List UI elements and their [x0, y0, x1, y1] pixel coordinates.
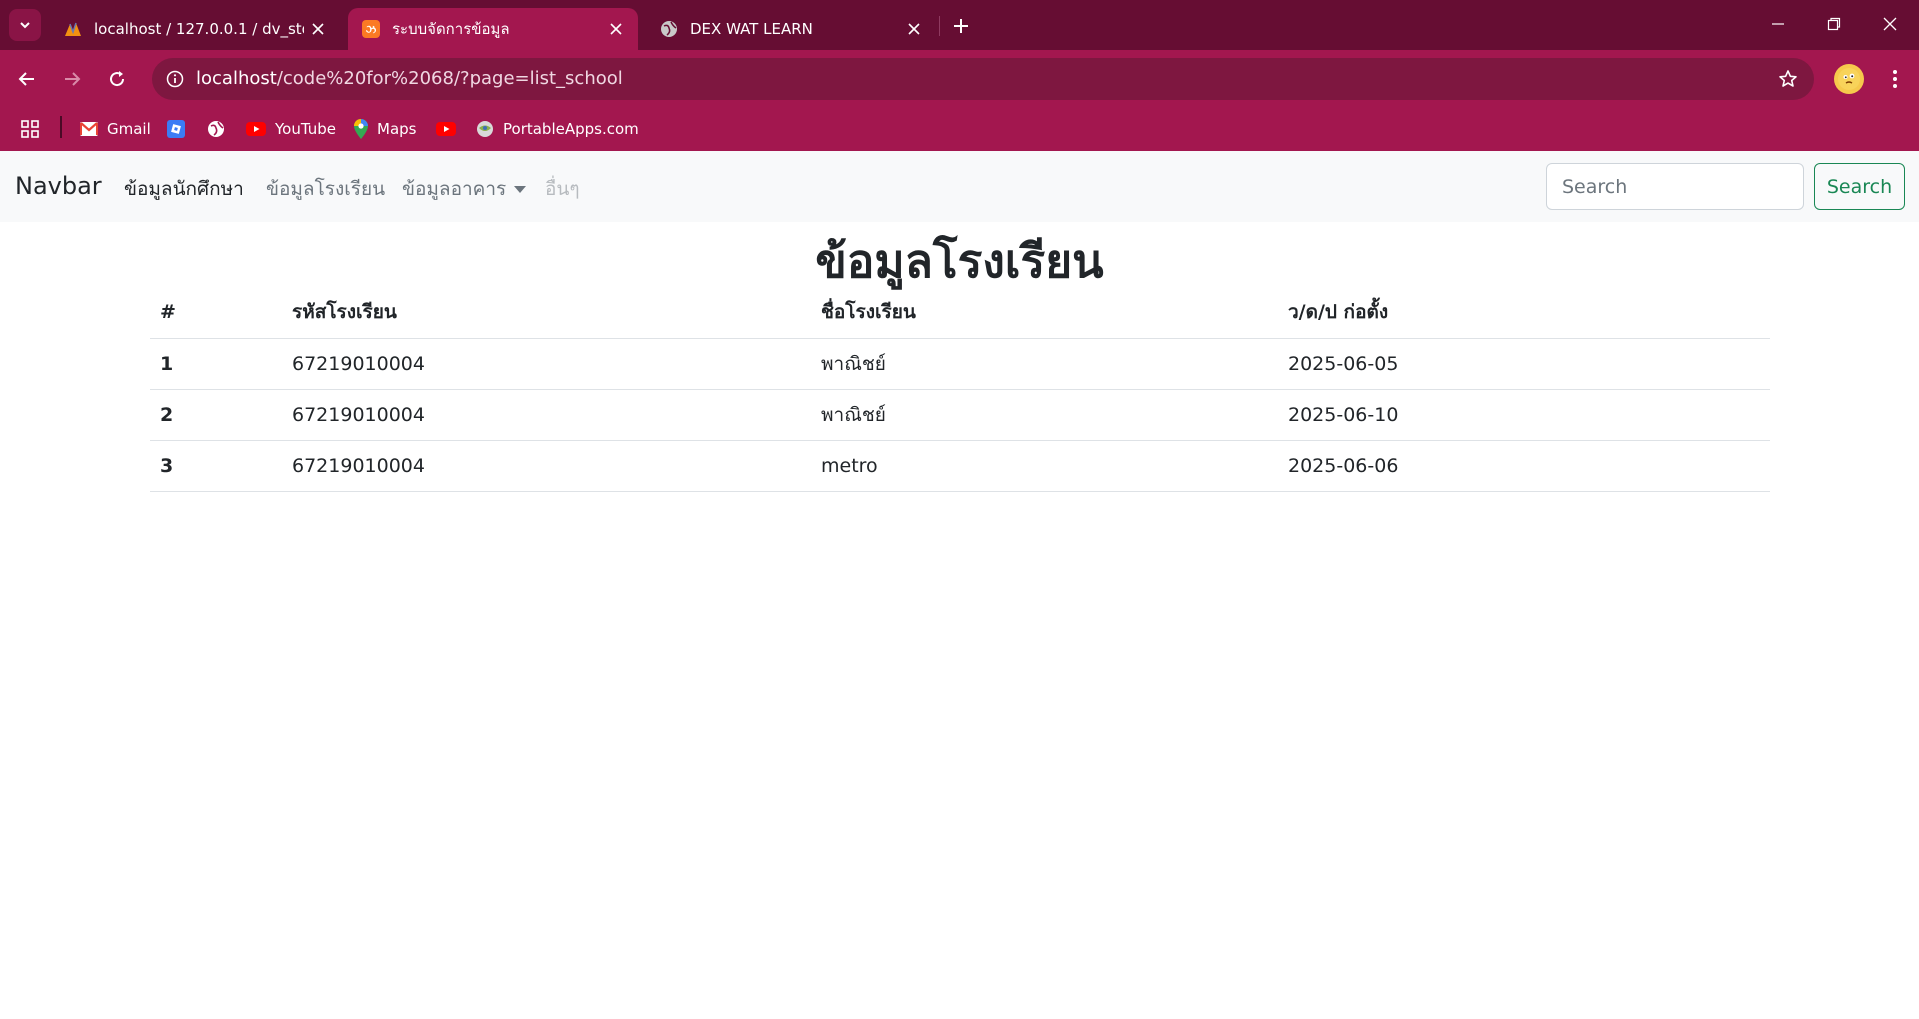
cell-school-name: พาณิชย์: [811, 389, 1278, 441]
table-header-row: # รหัสโรงเรียน ชื่อโรงเรียน ว/ด/ป ก่อตั้…: [150, 287, 1770, 339]
table-row: 1 67219010004 พาณิชย์ 2025-06-05: [150, 338, 1770, 390]
bookmark-star-icon[interactable]: [1776, 67, 1800, 91]
close-tab-icon[interactable]: [308, 19, 328, 39]
cell-founded-date: 2025-06-05: [1278, 338, 1770, 390]
apps-button[interactable]: [20, 114, 40, 144]
navbar-brand[interactable]: Navbar: [15, 172, 102, 200]
reload-icon: [110, 71, 125, 87]
cell-school-name: พาณิชย์: [811, 338, 1278, 390]
restore-button[interactable]: [1806, 0, 1862, 48]
xampp-icon: ઝ: [362, 20, 380, 38]
table-row: 2 67219010004 พาณิชย์ 2025-06-10: [150, 389, 1770, 441]
cell-school-code: 67219010004: [282, 338, 811, 390]
maps-icon: [354, 119, 368, 139]
bookmarks-bar: Gmail YouTube Maps PortableApps.com: [0, 108, 1919, 151]
more-vertical-icon: [1893, 70, 1897, 88]
reload-button[interactable]: [100, 62, 134, 96]
browser-tab-active[interactable]: ઝ ระบบจัดการข้อมูล: [348, 8, 638, 50]
nav-dropdown-buildings[interactable]: ข้อมูลอาคาร: [402, 174, 527, 204]
forward-button[interactable]: [55, 62, 89, 96]
cell-founded-date: 2025-06-06: [1278, 440, 1770, 492]
close-tab-icon[interactable]: [904, 19, 924, 39]
minimize-icon: [1772, 23, 1784, 25]
column-header-founded-date: ว/ด/ป ก่อตั้ง: [1278, 287, 1770, 339]
url-host: localhost: [196, 68, 277, 89]
back-button[interactable]: [10, 62, 44, 96]
cell-index: 3: [150, 440, 282, 492]
bookmark-label: Maps: [377, 120, 417, 138]
close-icon: [1883, 17, 1897, 31]
minimize-button[interactable]: [1750, 0, 1806, 48]
tab-title: localhost / 127.0.0.1 / dv_std2_6: [94, 20, 304, 38]
site-info-icon[interactable]: [162, 66, 188, 92]
new-tab-button[interactable]: [946, 11, 976, 41]
bookmark-label: PortableApps.com: [503, 120, 639, 138]
nav-link-schools[interactable]: ข้อมูลโรงเรียน: [266, 174, 385, 204]
url-path: /code%20for%2068/?page=list_school: [276, 68, 623, 89]
browser-tabstrip: localhost / 127.0.0.1 / dv_std2_6 ઝ ระบบ…: [0, 0, 1919, 50]
youtube-icon: [436, 122, 456, 136]
table-row: 3 67219010004 metro 2025-06-06: [150, 440, 1770, 492]
browser-tab-phpmyadmin[interactable]: localhost / 127.0.0.1 / dv_std2_6: [50, 8, 340, 50]
bookmark-label: Gmail: [107, 120, 151, 138]
apps-grid-icon: [21, 120, 39, 138]
address-bar[interactable]: localhost/code%20for%2068/?page=list_sch…: [152, 58, 1814, 100]
tab-separator: [939, 16, 940, 36]
arrow-right-icon: [65, 72, 81, 86]
chevron-down-icon: [20, 22, 30, 29]
arrow-left-icon: [18, 72, 34, 86]
bookmark-youtube-2[interactable]: [436, 114, 456, 144]
search-input[interactable]: [1546, 163, 1804, 210]
bookmark-globe[interactable]: [207, 114, 225, 144]
youtube-icon: [246, 122, 266, 136]
cell-school-name: metro: [811, 440, 1278, 492]
roblox-icon: [167, 120, 185, 138]
tab-title: DEX WAT LEARN: [690, 20, 813, 38]
profile-avatar[interactable]: [1834, 64, 1864, 94]
browser-menu-button[interactable]: [1878, 62, 1912, 96]
nav-link-other: อื่นๆ: [545, 178, 580, 200]
tab-search-button[interactable]: [9, 9, 41, 41]
nav-dropdown-label: ข้อมูลอาคาร: [402, 178, 507, 200]
bookmark-roblox[interactable]: [167, 114, 185, 144]
plus-icon: [954, 19, 968, 33]
bookmark-gmail[interactable]: Gmail: [80, 114, 151, 144]
web-page: Navbar ข้อมูลนักศึกษา ข้อมูลโรงเรียน ข้อ…: [0, 151, 1919, 1019]
bookmarks-divider: [60, 116, 62, 138]
bookmark-youtube[interactable]: YouTube: [246, 114, 336, 144]
globe-icon: [661, 21, 677, 37]
cell-index: 1: [150, 338, 282, 390]
gmail-icon: [80, 122, 98, 136]
avatar-icon: [1838, 68, 1860, 90]
browser-toolbar: localhost/code%20for%2068/?page=list_sch…: [0, 50, 1919, 108]
globe-icon: [208, 121, 224, 137]
browser-tab-dex[interactable]: DEX WAT LEARN: [646, 8, 936, 50]
site-navbar: Navbar ข้อมูลนักศึกษา ข้อมูลโรงเรียน ข้อ…: [0, 151, 1919, 222]
url-text[interactable]: localhost/code%20for%2068/?page=list_sch…: [196, 58, 623, 100]
column-header-school-code: รหัสโรงเรียน: [282, 287, 811, 339]
cell-index: 2: [150, 389, 282, 441]
bookmark-portableapps[interactable]: PortableApps.com: [476, 114, 639, 144]
svg-text:ઝ: ઝ: [366, 23, 377, 36]
column-header-school-name: ชื่อโรงเรียน: [811, 287, 1278, 339]
caret-down-icon: [514, 186, 527, 193]
nav-link-students[interactable]: ข้อมูลนักศึกษา: [124, 174, 244, 204]
close-window-button[interactable]: [1862, 0, 1918, 48]
cell-school-code: 67219010004: [282, 389, 811, 441]
portableapps-icon: [477, 121, 493, 137]
tab-title: ระบบจัดการข้อมูล: [392, 20, 510, 38]
search-button[interactable]: Search: [1814, 163, 1905, 210]
schools-table: # รหัสโรงเรียน ชื่อโรงเรียน ว/ด/ป ก่อตั้…: [150, 287, 1770, 492]
phpmyadmin-icon: [65, 22, 81, 36]
column-header-index: #: [150, 287, 282, 339]
bookmark-maps[interactable]: Maps: [354, 114, 416, 144]
close-tab-icon[interactable]: [606, 19, 626, 39]
bookmark-label: YouTube: [275, 120, 336, 138]
restore-icon: [1827, 17, 1841, 31]
cell-school-code: 67219010004: [282, 440, 811, 492]
cell-founded-date: 2025-06-10: [1278, 389, 1770, 441]
